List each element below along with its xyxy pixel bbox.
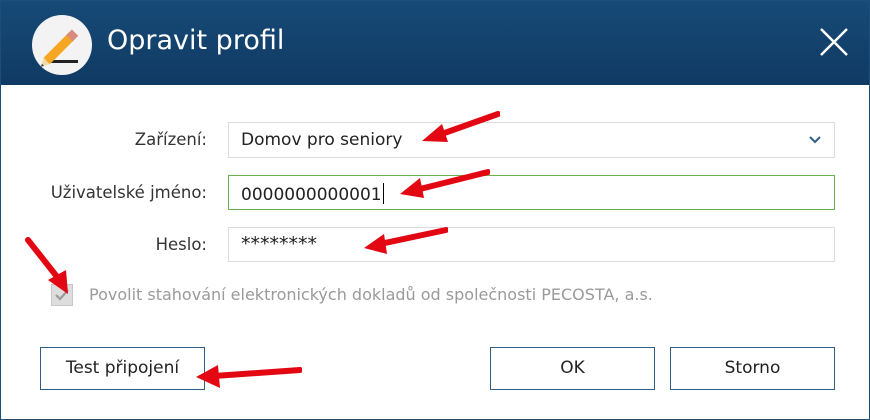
dialog-title: Opravit profil bbox=[107, 25, 285, 56]
close-button[interactable] bbox=[813, 21, 855, 63]
password-value: ******** bbox=[241, 233, 317, 255]
device-select[interactable]: Domov pro seniory bbox=[228, 122, 835, 158]
download-docs-label: Povolit stahování elektronických dokladů… bbox=[89, 285, 653, 304]
cancel-button[interactable]: Storno bbox=[670, 347, 835, 390]
title-bar: Opravit profil bbox=[1, 1, 869, 85]
test-connection-button[interactable]: Test připojení bbox=[40, 347, 205, 390]
edit-profile-dialog: Opravit profil Zařízení: Domov pro senio… bbox=[0, 0, 870, 420]
username-label: Uživatelské jméno: bbox=[50, 183, 207, 202]
username-input[interactable]: 0000000000001 bbox=[228, 175, 835, 210]
device-value: Domov pro seniory bbox=[241, 130, 403, 150]
pencil-icon bbox=[32, 15, 92, 75]
ok-button[interactable]: OK bbox=[490, 347, 655, 390]
username-value: 0000000000001 bbox=[241, 185, 382, 205]
download-docs-checkbox[interactable] bbox=[51, 284, 73, 306]
check-icon bbox=[55, 289, 69, 301]
password-label: Heslo: bbox=[155, 235, 207, 254]
password-input[interactable]: ******** bbox=[228, 227, 835, 262]
close-icon bbox=[820, 28, 848, 56]
text-caret bbox=[382, 183, 384, 204]
chevron-down-icon bbox=[809, 136, 821, 144]
device-label: Zařízení: bbox=[134, 130, 207, 149]
